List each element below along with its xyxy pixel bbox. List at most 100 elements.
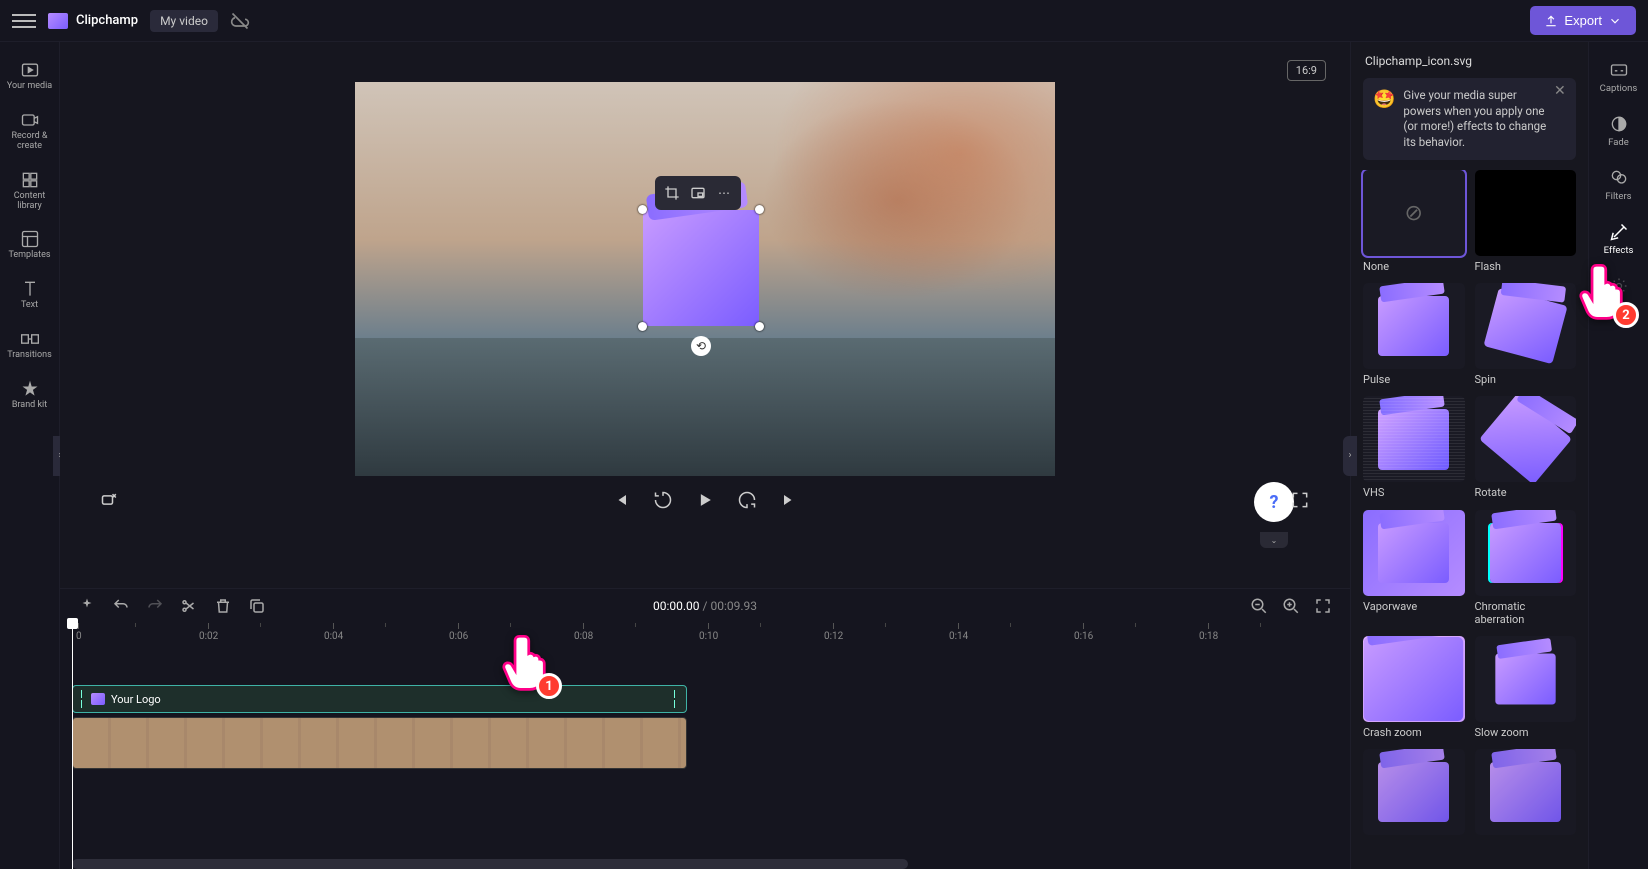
transitions-icon [20, 329, 40, 349]
export-button[interactable]: Export [1530, 6, 1636, 35]
center-workspace: 16:9 ⋯ ⟲ [60, 42, 1350, 869]
pip-icon[interactable] [687, 182, 709, 204]
selected-asset-filename: Clipchamp_icon.svg [1351, 42, 1588, 78]
overlay-track-clip[interactable]: Your Logo [72, 685, 687, 713]
properties-panel: › Clipchamp_icon.svg 🤩 Give your media s… [1350, 42, 1588, 869]
effect-flash[interactable]: Flash [1475, 170, 1577, 273]
crop-icon[interactable] [661, 182, 683, 204]
resize-handle-tr[interactable] [755, 205, 764, 214]
clip-thumbnail-icon [91, 693, 105, 705]
close-tip-button[interactable]: ✕ [1554, 84, 1570, 100]
play-button[interactable] [695, 490, 715, 510]
effect-vaporwave[interactable]: Vaporwave [1363, 510, 1465, 626]
effect-crash-zoom[interactable]: Crash zoom [1363, 636, 1465, 739]
video-preview[interactable]: ⋯ ⟲ [355, 82, 1055, 476]
effect-chromatic-aberration[interactable]: Chromatic aberration [1475, 510, 1577, 626]
collapse-help-button[interactable]: ⌄ [1260, 532, 1288, 548]
cloud-off-icon[interactable] [230, 11, 250, 31]
fullscreen-icon[interactable] [1290, 490, 1310, 510]
tab-filters[interactable]: Filters [1592, 162, 1646, 208]
collapse-panel-button[interactable]: › [1343, 436, 1357, 476]
effects-icon [1609, 222, 1629, 242]
playback-controls [60, 476, 1350, 520]
timeline-ruler[interactable]: 0 0:02 0:04 0:06 0:08 0:10 0:12 [72, 623, 1350, 645]
clipchamp-overlay-logo [643, 210, 759, 326]
clipchamp-logo-icon [48, 13, 68, 29]
media-icon [20, 60, 40, 80]
effect-rotate[interactable]: Rotate [1475, 396, 1577, 499]
brand-kit-icon [20, 379, 40, 399]
brand-label: Clipchamp [76, 13, 138, 28]
tip-text: Give your media super powers when you ap… [1403, 88, 1548, 150]
clip-grip-left[interactable] [81, 690, 85, 708]
sidebar-item-your-media[interactable]: Your media [3, 54, 57, 98]
preview-zone: 16:9 ⋯ ⟲ [60, 42, 1350, 588]
topbar: Clipchamp My video Export [0, 0, 1648, 42]
fit-zoom-icon[interactable] [1314, 597, 1332, 615]
forward-icon[interactable] [737, 490, 757, 510]
templates-icon [20, 229, 40, 249]
chevron-down-icon [1608, 14, 1622, 28]
split-icon[interactable] [180, 597, 198, 615]
text-icon [20, 279, 40, 299]
left-sidebar: Your media Record & create Content libra… [0, 42, 60, 869]
tab-color[interactable]: Color [1592, 270, 1646, 316]
resize-handle-bl[interactable] [638, 322, 647, 331]
skip-back-icon[interactable] [611, 490, 631, 510]
menu-icon[interactable] [12, 9, 36, 33]
upload-icon [1544, 14, 1558, 28]
captions-icon [1609, 60, 1629, 80]
timeline-scrollbar[interactable] [72, 859, 1338, 869]
effect-more-2[interactable] [1475, 749, 1577, 839]
selected-overlay-asset[interactable]: ⟲ [643, 210, 759, 326]
sidebar-item-brand-kit[interactable]: Brand kit [3, 373, 57, 417]
right-tabs-rail: Captions Fade Filters Effects Color 2 [1588, 42, 1648, 869]
zoom-in-icon[interactable] [1282, 597, 1300, 615]
color-icon [1609, 276, 1629, 296]
no-effect-icon: ⊘ [1405, 201, 1423, 226]
delete-icon[interactable] [214, 597, 232, 615]
effect-pulse[interactable]: Pulse [1363, 283, 1465, 386]
clip-grip-right[interactable] [674, 690, 678, 708]
sidebar-item-content-library[interactable]: Content library [3, 164, 57, 218]
asset-toolbar: ⋯ [655, 176, 741, 210]
rewind-icon[interactable] [653, 490, 673, 510]
sidebar-item-transitions[interactable]: Transitions [3, 323, 57, 367]
resize-handle-tl[interactable] [638, 205, 647, 214]
effect-none[interactable]: ⊘ None [1363, 170, 1465, 273]
sidebar-item-templates[interactable]: Templates [3, 223, 57, 267]
filters-icon [1609, 168, 1629, 188]
playback-time: 00:00.00 / 00:09.93 [653, 599, 757, 613]
zoom-out-icon[interactable] [1250, 597, 1268, 615]
sidebar-item-record-create[interactable]: Record & create [3, 104, 57, 158]
export-label: Export [1564, 13, 1602, 28]
rotate-handle[interactable]: ⟲ [691, 336, 711, 356]
skip-forward-icon[interactable] [779, 490, 799, 510]
tab-captions[interactable]: Captions [1592, 54, 1646, 100]
video-track-clip[interactable] [72, 717, 687, 769]
tab-fade[interactable]: Fade [1592, 108, 1646, 154]
effects-tip-card: 🤩 Give your media super powers when you … [1363, 78, 1576, 160]
effect-slow-zoom[interactable]: Slow zoom [1475, 636, 1577, 739]
brand[interactable]: Clipchamp [48, 13, 138, 29]
starry-eyes-emoji-icon: 🤩 [1373, 88, 1395, 150]
sidebar-item-text[interactable]: Text [3, 273, 57, 317]
redo-icon[interactable] [146, 597, 164, 615]
project-title[interactable]: My video [150, 10, 218, 32]
tab-effects[interactable]: Effects [1592, 216, 1646, 262]
magic-icon[interactable] [78, 597, 96, 615]
effect-spin[interactable]: Spin [1475, 283, 1577, 386]
undo-icon[interactable] [112, 597, 130, 615]
library-icon [20, 170, 40, 190]
tracks-area: Your Logo 1 [60, 645, 1350, 845]
resize-handle-br[interactable] [755, 322, 764, 331]
effect-more-1[interactable] [1363, 749, 1465, 839]
effects-grid: ⊘ None Flash Pulse Spin VHS [1351, 170, 1588, 851]
playhead[interactable] [72, 623, 73, 869]
aspect-ratio-selector[interactable]: 16:9 [1287, 60, 1326, 81]
effect-vhs[interactable]: VHS [1363, 396, 1465, 499]
fade-icon [1609, 114, 1629, 134]
more-icon[interactable]: ⋯ [713, 182, 735, 204]
duplicate-icon[interactable] [248, 597, 266, 615]
detach-audio-icon[interactable] [100, 490, 120, 510]
